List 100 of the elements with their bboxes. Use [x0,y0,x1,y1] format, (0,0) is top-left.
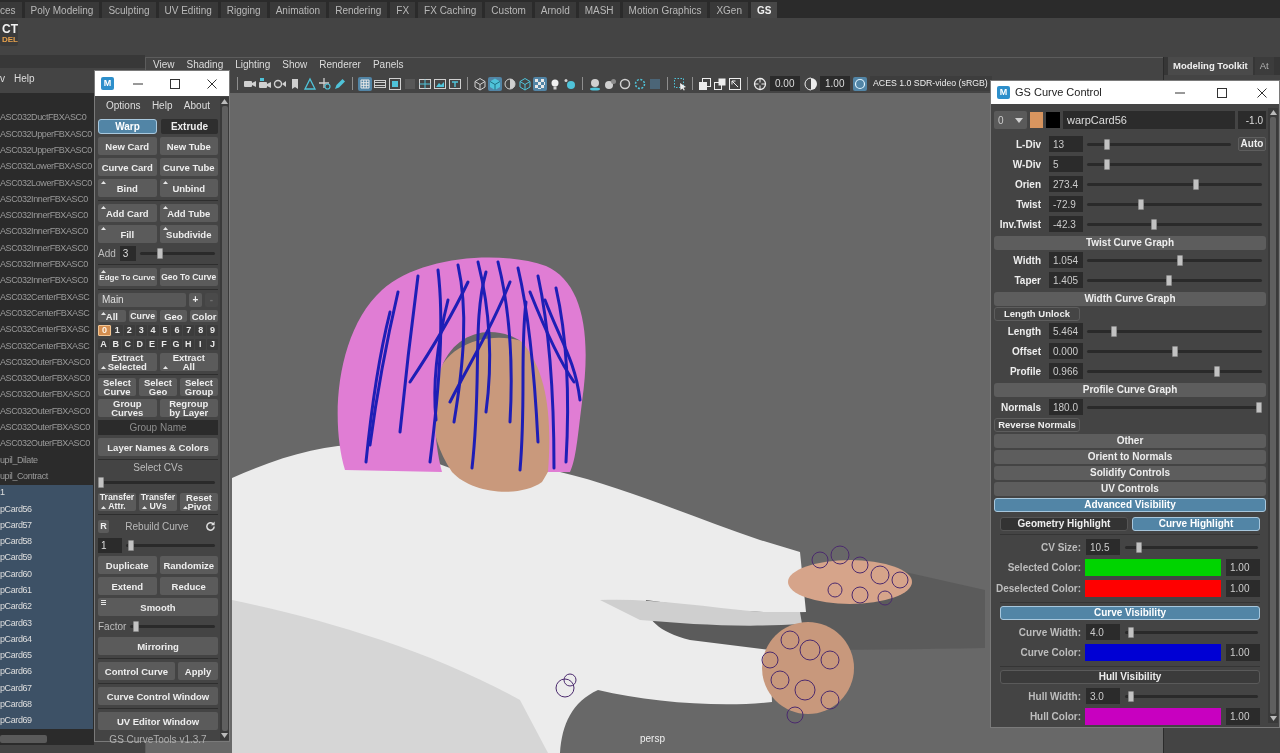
tool-button[interactable]: + [189,293,202,307]
slider-track[interactable] [1125,541,1258,553]
up-arrow-icon[interactable] [221,99,228,104]
split-frame-icon[interactable] [418,76,432,91]
gamma-field[interactable]: 1.00 [820,76,850,91]
tool-button[interactable]: Select Curve [98,378,136,396]
outliner-item[interactable]: ASC032OuterFBXASC0 [0,435,93,453]
slider-track[interactable] [1087,178,1262,190]
outliner-item[interactable]: ASC032InnerFBXASC0 [0,224,93,241]
tool-button[interactable]: Reverse Normals [994,418,1080,432]
slider-track[interactable] [126,540,215,551]
tool-button[interactable]: Transfer UVs [139,493,177,511]
outliner-item[interactable]: ASC032CenterFBXASC [0,305,93,322]
section-header[interactable]: Solidify Controls [994,466,1266,480]
wedge-icon[interactable] [303,76,317,91]
outliner-item[interactable]: ASC032InnerFBXASC0 [0,256,93,273]
panel-tab[interactable]: At [1254,57,1274,75]
menu-item[interactable]: Panels [372,59,404,70]
layer-button[interactable]: G [170,339,182,350]
tool-button[interactable]: Bind [98,179,157,197]
slider-track[interactable] [1087,365,1262,377]
layer-button[interactable]: 8 [195,325,207,336]
color-swatch[interactable] [1085,580,1221,597]
selection-box-icon[interactable] [673,76,687,91]
cube-icon[interactable] [488,76,502,91]
shelf-tab[interactable]: Rigging [220,2,267,18]
outliner-item[interactable]: ASC032OuterFBXASC0 [0,403,93,420]
tool-button[interactable]: Fill [98,225,157,243]
slider-track[interactable] [1087,198,1262,210]
tool-button[interactable]: Smooth [98,598,218,616]
tool-button[interactable]: Subdivide [159,225,218,243]
number-field[interactable]: 4.0 [1086,624,1120,640]
slider-thumb[interactable] [1193,178,1200,190]
tool-button[interactable]: Curve Control Window [98,687,218,705]
slider-track[interactable] [1125,690,1258,702]
outliner-item[interactable]: ASC032OuterFBXASC0 [0,387,93,404]
menu-item[interactable]: About [183,101,210,111]
half-circle-icon[interactable] [803,76,817,91]
slider-thumb[interactable] [1110,325,1117,337]
shelf-tab[interactable]: Poly Modeling [24,2,100,18]
slider-track[interactable] [1087,345,1262,357]
layer-button[interactable]: 9 [207,325,219,336]
tool-button[interactable]: Add Card [98,204,157,222]
slider-thumb[interactable] [1136,541,1143,553]
up-arrow-icon[interactable] [1269,110,1277,115]
toggle-button[interactable]: Extrude [161,119,218,134]
slider-track[interactable] [1087,325,1262,337]
tool-button[interactable]: Color [190,310,218,322]
shelf-tab[interactable]: Custom [485,2,532,18]
outliner-item[interactable]: ASC032InnerFBXASC0 [0,191,93,208]
tool-button[interactable]: Apply [178,662,218,680]
tool-button[interactable]: Geo To Curve [159,268,218,286]
outliner-item[interactable]: ASC032InnerFBXASC0 [0,272,93,290]
down-arrow-icon[interactable] [221,733,228,738]
outliner-item[interactable]: ASC032OuterFBXASC0 [0,354,93,371]
section-header[interactable]: Other [994,434,1266,448]
grid-icon[interactable] [358,76,372,91]
outliner-item[interactable]: ASC032DuctFBXASC0 [0,110,93,127]
slider-thumb[interactable] [98,477,104,488]
menu-item[interactable]: Options [106,101,141,111]
vertical-scrollbar[interactable] [220,97,229,740]
shelf-tab[interactable]: Rendering [329,2,388,18]
slider-track[interactable] [98,477,215,488]
number-field[interactable]: 3.0 [1086,688,1120,704]
slider-thumb[interactable] [1103,138,1110,150]
tool-button[interactable]: Group Curves [98,399,157,417]
tool-button[interactable]: Curve Tube [159,158,218,176]
menu-item[interactable]: v [0,74,5,84]
tool-button[interactable]: New Tube [159,137,218,155]
tab[interactable]: Geometry Highlight [1000,517,1128,531]
shelf-tab[interactable]: FX [390,2,416,18]
vertical-scrollbar[interactable] [1268,108,1278,723]
tool-button[interactable]: Select Geo [139,378,177,396]
tool-button[interactable]: Extend [98,577,157,595]
outliner-item[interactable]: ASC032LowerFBXASC0 [0,175,93,192]
spheres-icon[interactable] [603,76,617,91]
outliner-item[interactable]: ASC032CenterFBXASC [0,289,93,306]
tool-button[interactable]: Edge To Curve [98,268,157,286]
tool-button[interactable]: Unbind [159,179,218,197]
outliner-item[interactable]: ASC032OuterFBXASC0 [0,419,93,436]
slider-thumb[interactable] [1103,158,1110,170]
slider-thumb[interactable] [1213,365,1220,377]
outliner-item[interactable]: ASC032LowerFBXASC0 [0,158,93,176]
maximize-icon[interactable] [170,78,180,89]
scrollbar-thumb[interactable] [0,735,47,743]
toggle-header[interactable]: Advanced Visibility [994,498,1266,512]
slider-thumb[interactable] [1137,198,1144,210]
number-field[interactable]: 1 [98,538,122,553]
wireframe-cube-icon[interactable] [473,76,487,91]
outliner-item[interactable]: ASC032CenterFBXASC [0,338,93,355]
tool-button[interactable]: Layer Names & Colors [98,438,218,456]
text-field[interactable]: Group Name [98,420,218,435]
overlapping-squares-icon[interactable] [713,76,727,91]
slider-thumb[interactable] [1256,401,1262,413]
number-field[interactable]: 1.405 [1049,272,1083,288]
number-field[interactable]: -1.0 [1238,111,1266,129]
tab[interactable]: Curve Highlight [1132,517,1260,531]
slider-thumb[interactable] [1151,218,1158,230]
tool-button[interactable]: Curve Card [98,158,157,176]
scrollbar-thumb[interactable] [1270,117,1276,714]
